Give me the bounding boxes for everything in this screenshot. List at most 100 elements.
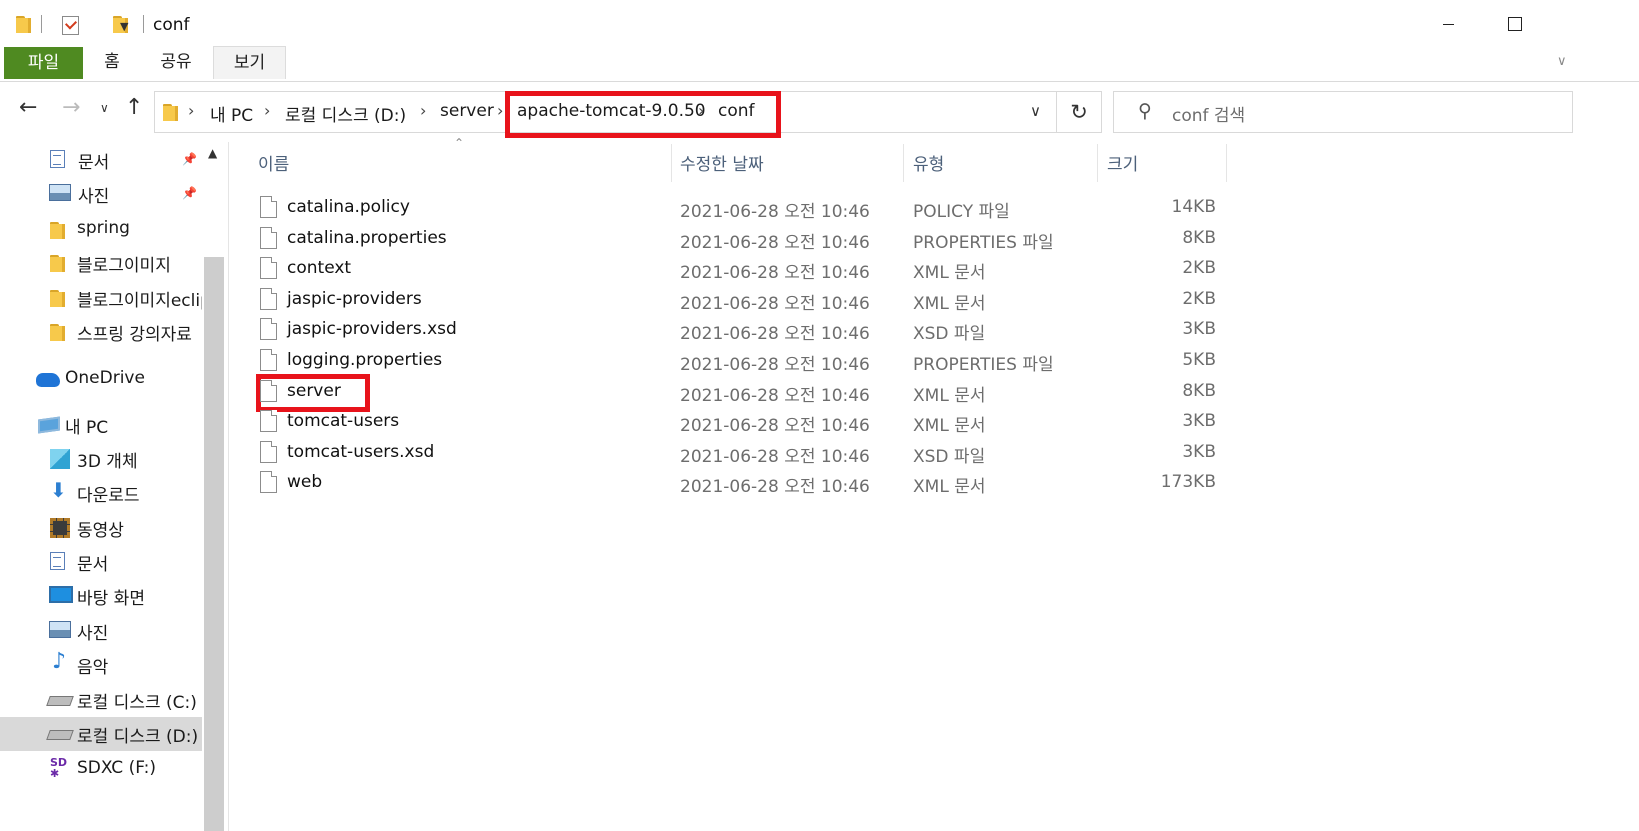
breadcrumb-apache-tomcat[interactable]: apache-tomcat-9.0.50: [517, 101, 706, 121]
nav-item-pictures[interactable]: 사진: [0, 614, 202, 648]
breadcrumb-chevron-icon[interactable]: ›: [264, 101, 270, 120]
pictures-icon: [49, 621, 71, 638]
nav-item-label: 로컬 디스크 (D:): [77, 727, 199, 747]
nav-item-label: SDXC (F:): [77, 758, 157, 778]
file-icon: [260, 226, 277, 249]
nav-item-spring[interactable]: spring: [0, 213, 202, 247]
file-row[interactable]: jaspic-providers 2021-06-28 오전 10:46 XML 문…: [230, 286, 1230, 316]
refresh-icon[interactable]: ↻: [1057, 91, 1102, 133]
file-size: 3KB: [1182, 319, 1216, 340]
forward-arrow-icon[interactable]: →: [62, 95, 80, 120]
folder-icon: [50, 322, 70, 342]
nav-item-documents-pinned[interactable]: 문서 📌: [0, 143, 202, 177]
nav-item-music[interactable]: ♪ 음악: [0, 648, 202, 682]
nav-item-3d-objects[interactable]: 3D 개체: [0, 442, 202, 476]
scroll-up-chevron-icon[interactable]: ▲: [208, 146, 217, 160]
column-header-size[interactable]: 크기: [1107, 150, 1138, 184]
column-header-date[interactable]: 수정한 날짜: [680, 150, 764, 184]
nav-item-pictures-pinned[interactable]: 사진 📌: [0, 177, 202, 211]
nav-item-this-pc[interactable]: 내 PC: [0, 408, 202, 442]
search-box[interactable]: ⚲ conf 검색: [1113, 91, 1573, 133]
file-date: 2021-06-28 오전 10:46: [680, 202, 870, 222]
file-date: 2021-06-28 오전 10:46: [680, 324, 870, 345]
file-date: 2021-06-28 오전 10:46: [680, 477, 870, 498]
pane-divider[interactable]: [228, 142, 229, 831]
file-row[interactable]: web 2021-06-28 오전 10:46 XML 문서 173KB: [230, 469, 1230, 499]
file-row[interactable]: context 2021-06-28 오전 10:46 XML 문서 2KB: [230, 255, 1230, 285]
column-divider[interactable]: [671, 144, 672, 182]
music-note-icon: ♪: [52, 649, 67, 674]
breadcrumb-chevron-icon[interactable]: ›: [698, 101, 704, 120]
document-icon: [50, 150, 65, 168]
breadcrumb-chevron-icon[interactable]: ›: [188, 101, 194, 120]
file-type: POLICY 파일: [913, 202, 1010, 222]
ribbon-expand-chevron-icon[interactable]: ∨: [1557, 54, 1567, 69]
3d-objects-icon: [50, 449, 70, 469]
up-arrow-icon[interactable]: ↑: [125, 95, 143, 120]
tab-home[interactable]: 홈: [90, 46, 134, 79]
nav-item-label: 3D 개체: [77, 452, 138, 472]
file-row[interactable]: logging.properties 2021-06-28 오전 10:46 PRO…: [230, 347, 1230, 377]
properties-checkmark-icon[interactable]: [62, 16, 79, 35]
title-bar: ▼ conf: [0, 0, 1639, 46]
nav-item-spring-lectures[interactable]: 스프링 강의자료: [0, 315, 202, 349]
file-date: 2021-06-28 오전 10:46: [680, 293, 870, 314]
nav-pane-scrollbar[interactable]: ▲: [202, 142, 226, 831]
tab-share[interactable]: 공유: [148, 46, 204, 79]
tab-view[interactable]: 보기: [213, 46, 286, 79]
folder-icon: [50, 220, 70, 240]
toolbar-divider: [41, 15, 42, 33]
nav-item-local-disk-c[interactable]: 로컬 디스크 (C:): [0, 683, 202, 717]
back-arrow-icon[interactable]: ←: [19, 95, 37, 120]
file-name: tomcat-users.xsd: [287, 441, 435, 462]
pin-icon[interactable]: 📌: [182, 186, 197, 200]
nav-item-documents[interactable]: 문서: [0, 545, 202, 579]
nav-item-sdxc-f[interactable]: SD ✱ SDXC (F:): [0, 753, 202, 787]
breadcrumb-conf[interactable]: conf: [718, 101, 755, 121]
file-type: XSD 파일: [913, 446, 986, 467]
file-row[interactable]: catalina.properties 2021-06-28 오전 10:46 PR…: [230, 225, 1230, 255]
pin-icon[interactable]: 📌: [182, 152, 197, 166]
column-header-name[interactable]: 이름: [258, 150, 289, 184]
sd-card-icon: SD ✱: [50, 756, 68, 780]
column-divider[interactable]: [903, 144, 904, 182]
breadcrumb-chevron-icon[interactable]: ›: [420, 101, 426, 120]
file-type: PROPERTIES 파일: [913, 355, 1054, 375]
tab-file[interactable]: 파일: [4, 47, 83, 79]
file-date: 2021-06-28 오전 10:46: [680, 446, 870, 467]
minimize-button[interactable]: [1443, 24, 1454, 25]
breadcrumb-server[interactable]: server: [440, 101, 494, 121]
column-divider[interactable]: [1226, 144, 1227, 182]
file-row[interactable]: catalina.policy 2021-06-28 오전 10:46 POLICY…: [230, 194, 1230, 224]
column-divider[interactable]: [1097, 144, 1098, 182]
breadcrumb-chevron-icon[interactable]: ›: [497, 101, 503, 120]
file-row[interactable]: tomcat-users 2021-06-28 오전 10:46 XML 문서 3KB: [230, 408, 1230, 438]
quick-access-dropdown-icon[interactable]: ▼: [120, 20, 128, 33]
address-history-chevron-icon[interactable]: ∨: [1030, 102, 1041, 120]
nav-item-blog-images-eclipse[interactable]: 블로그이미지eclipse: [0, 281, 202, 315]
folder-icon: [50, 253, 70, 273]
file-size: 14KB: [1171, 197, 1216, 217]
maximize-button[interactable]: [1508, 17, 1522, 31]
file-icon: [260, 471, 277, 494]
file-row[interactable]: jaspic-providers.xsd 2021-06-28 오전 10:46 X…: [230, 316, 1230, 346]
nav-item-desktop[interactable]: 바탕 화면: [0, 579, 202, 613]
column-header-type[interactable]: 유형: [913, 150, 944, 184]
scrollbar-thumb[interactable]: [204, 257, 224, 831]
file-row[interactable]: tomcat-users.xsd 2021-06-28 오전 10:46 XSD 파…: [230, 439, 1230, 469]
file-size: 5KB: [1182, 350, 1216, 370]
file-icon: [260, 410, 277, 433]
recent-locations-chevron-icon[interactable]: ∨: [100, 101, 109, 115]
nav-item-local-disk-d[interactable]: 로컬 디스크 (D:): [0, 717, 202, 751]
file-row[interactable]: server 2021-06-28 오전 10:46 XML 문서 8KB: [230, 378, 1230, 408]
breadcrumb-local-disk-d[interactable]: 로컬 디스크 (D:): [285, 101, 406, 126]
file-date: 2021-06-28 오전 10:46: [680, 385, 870, 406]
search-placeholder: conf 검색: [1172, 106, 1246, 126]
nav-item-downloads[interactable]: ⬇ 다운로드: [0, 476, 202, 510]
breadcrumb-this-pc[interactable]: 내 PC: [210, 101, 253, 126]
nav-item-blog-images[interactable]: 블로그이미지: [0, 246, 202, 280]
nav-item-label: 사진: [78, 187, 110, 207]
nav-item-onedrive[interactable]: OneDrive: [0, 363, 202, 397]
address-bar[interactable]: › 내 PC › 로컬 디스크 (D:) › server › apache-t…: [154, 91, 1057, 133]
nav-item-videos[interactable]: 동영상: [0, 511, 202, 545]
